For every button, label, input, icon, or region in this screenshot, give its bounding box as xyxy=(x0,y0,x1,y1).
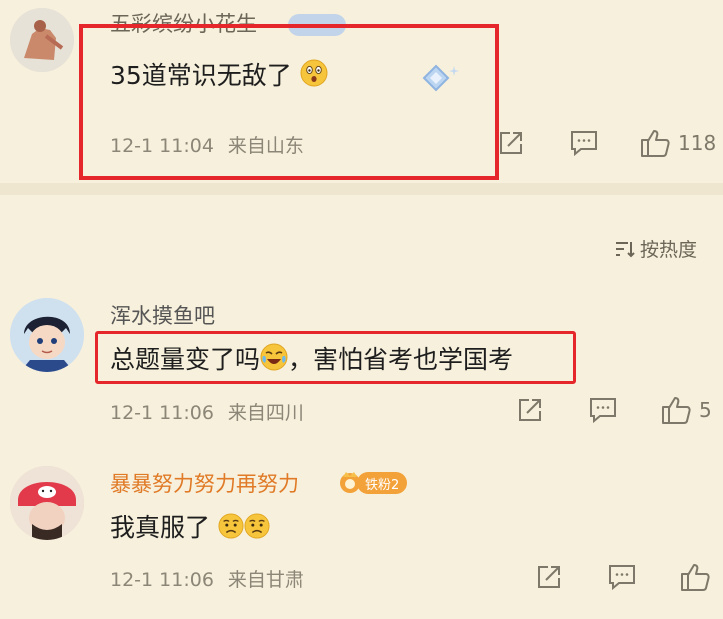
diamond-sticker-icon xyxy=(414,62,464,106)
comment-icon xyxy=(609,565,635,590)
comment-icon xyxy=(590,398,616,423)
comment-location: 来自四川 xyxy=(227,402,304,424)
sad-emoji-icon xyxy=(244,513,270,545)
comment-meta: 12-1 11:06 来自四川 xyxy=(110,398,304,425)
comment-text: 总题量变了吗 ，害怕省考也学国考 xyxy=(110,340,513,377)
like-count: 118 xyxy=(678,131,717,155)
comment-text-content: 我真服了 xyxy=(110,513,211,542)
reply-button[interactable] xyxy=(570,130,598,156)
comment-time: 12-1 11:04 xyxy=(110,135,214,157)
like-button[interactable]: 5 xyxy=(661,395,712,425)
sad-emoji-icon xyxy=(218,513,244,545)
avatar[interactable] xyxy=(10,298,84,372)
sort-button[interactable]: 按热度 xyxy=(614,235,697,262)
thumbs-up-icon xyxy=(662,397,691,424)
comment-time: 12-1 11:06 xyxy=(110,402,214,424)
comment-text: 35道常识无敌了 xyxy=(110,56,328,93)
comment-meta: 12-1 11:06 来自甘肃 xyxy=(110,565,304,592)
section-divider xyxy=(0,183,723,195)
share-button[interactable] xyxy=(536,564,562,590)
comment-icon xyxy=(571,131,597,156)
thumbs-up-icon xyxy=(681,564,710,591)
laughing-tears-emoji-icon xyxy=(260,343,288,377)
avatar[interactable] xyxy=(10,466,84,540)
surprised-emoji-icon xyxy=(300,59,328,93)
sort-label: 按热度 xyxy=(640,239,698,261)
share-button[interactable] xyxy=(517,397,543,423)
comment-text-content: 总题量变了吗 xyxy=(110,345,261,374)
like-button[interactable] xyxy=(680,562,718,592)
share-icon xyxy=(500,132,522,154)
reply-button[interactable] xyxy=(589,397,617,423)
comment-meta: 12-1 11:04 来自山东 xyxy=(110,131,304,158)
avatar[interactable] xyxy=(10,8,74,72)
share-icon xyxy=(519,399,541,421)
share-button[interactable] xyxy=(498,130,524,156)
anime-boy-avatar-icon xyxy=(10,298,84,372)
sort-icon xyxy=(616,241,635,257)
share-icon xyxy=(538,566,560,588)
girl-avatar-icon xyxy=(10,466,84,540)
horse-avatar-icon xyxy=(10,8,74,72)
like-count: 5 xyxy=(699,398,712,422)
comment-text-continued: ，害怕省考也学国考 xyxy=(288,345,514,374)
fan-badge: 铁粉2 xyxy=(357,472,408,494)
comment-location: 来自甘肃 xyxy=(227,569,304,591)
like-button[interactable]: 118 xyxy=(640,128,716,158)
reply-button[interactable] xyxy=(608,564,636,590)
fan-badge-label: 铁粉2 xyxy=(365,477,400,493)
comment-username[interactable]: 暴暴努力努力再努力 xyxy=(110,468,299,498)
comment-username[interactable]: 浑水摸鱼吧 xyxy=(110,300,215,330)
thumbs-up-icon xyxy=(641,130,670,157)
comment-text-content: 35道常识无敌了 xyxy=(110,61,292,90)
comment-time: 12-1 11:06 xyxy=(110,569,214,591)
comment-location: 来自山东 xyxy=(227,135,304,157)
comment-text: 我真服了 xyxy=(110,508,270,545)
